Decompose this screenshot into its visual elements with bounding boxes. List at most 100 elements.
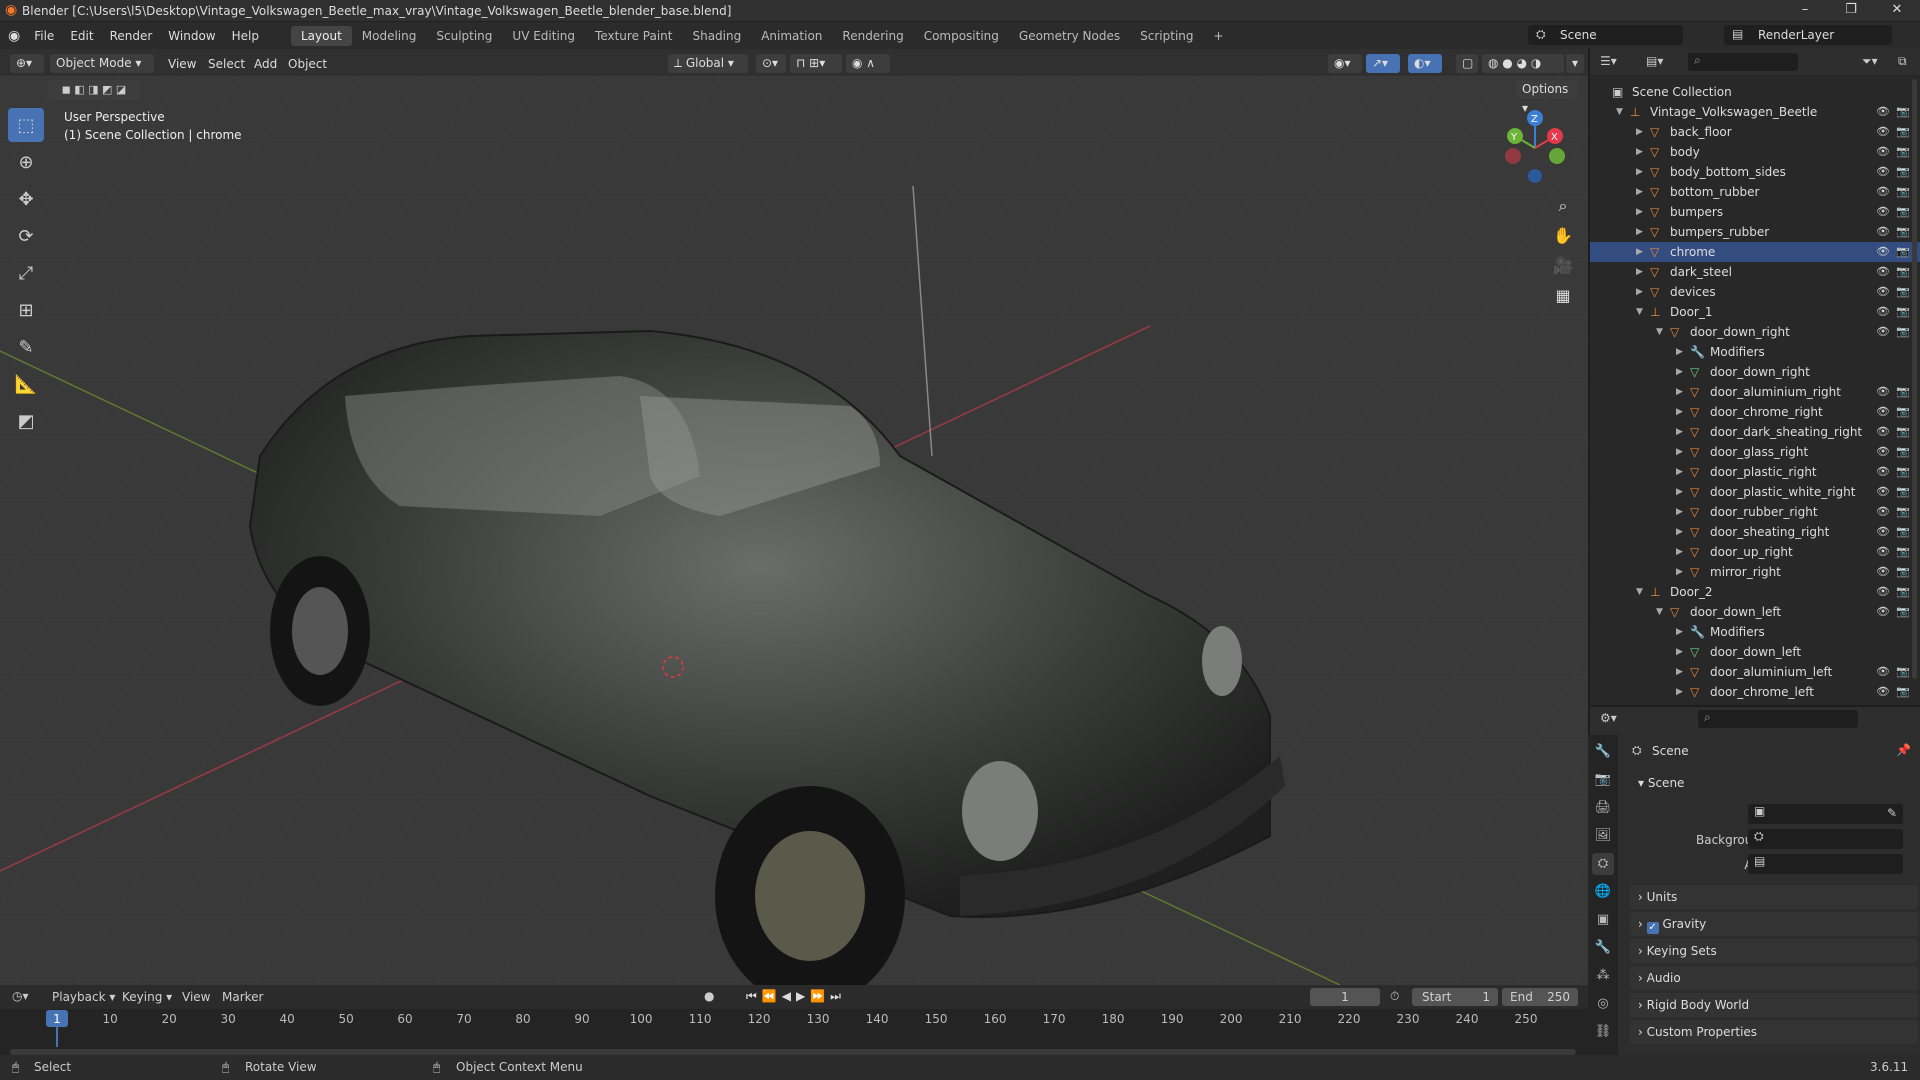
expand-arrow-icon[interactable]: ▶ bbox=[1636, 142, 1643, 162]
visibility-eye-icon[interactable]: 👁 bbox=[1876, 302, 1890, 322]
menu-view[interactable]: View bbox=[168, 57, 196, 71]
shading-mode-buttons[interactable]: ◍ ● ◕ ◑ bbox=[1482, 54, 1564, 73]
zoom-icon[interactable]: ⌕ bbox=[1550, 191, 1576, 221]
visibility-eye-icon[interactable]: 👁 bbox=[1876, 222, 1890, 242]
outliner-item[interactable]: ▶ ▽ chrome 👁 📷 bbox=[1590, 242, 1920, 262]
render-visibility-icon[interactable]: 📷 bbox=[1896, 322, 1910, 342]
tab-shading[interactable]: Shading bbox=[682, 26, 751, 46]
outliner-item[interactable]: ▶ ▽ door_plastic_white_right 👁 📷 bbox=[1590, 482, 1920, 502]
expand-arrow-icon[interactable]: ▶ bbox=[1676, 482, 1683, 502]
outliner-item[interactable]: ▶ ▽ door_glass_right 👁 📷 bbox=[1590, 442, 1920, 462]
measure-tool-icon[interactable]: 📐 bbox=[8, 367, 44, 401]
visibility-eye-icon[interactable]: 👁 bbox=[1876, 242, 1890, 262]
constraints-tab-icon[interactable]: ⛓ bbox=[1592, 1021, 1614, 1043]
close-button[interactable]: ✕ bbox=[1874, 0, 1920, 22]
blender-menu-icon[interactable]: ◉ bbox=[8, 28, 20, 44]
visibility-eye-icon[interactable]: 👁 bbox=[1876, 422, 1890, 442]
scene-selector[interactable]: ⛭ Scene bbox=[1528, 25, 1683, 45]
outliner-item[interactable]: ▶ 🔧 Modifiers bbox=[1590, 342, 1920, 362]
keying-sets-panel[interactable]: › Keying Sets bbox=[1630, 939, 1918, 963]
scene-tab-icon[interactable]: ⛭ bbox=[1592, 853, 1614, 875]
outliner-item[interactable]: ▶ ▽ door_chrome_right 👁 📷 bbox=[1590, 402, 1920, 422]
visibility-eye-icon[interactable]: 👁 bbox=[1876, 682, 1890, 701]
visibility-eye-icon[interactable]: 👁 bbox=[1876, 502, 1890, 522]
shading-options-button[interactable]: ▾ bbox=[1566, 54, 1584, 73]
outliner-item[interactable]: ▶ ▽ body 👁 📷 bbox=[1590, 142, 1920, 162]
tab-modeling[interactable]: Modeling bbox=[352, 26, 427, 46]
render-visibility-icon[interactable]: 📷 bbox=[1896, 142, 1910, 162]
marker-menu[interactable]: Marker bbox=[222, 990, 263, 1004]
navigation-gizmo[interactable]: Z X Y bbox=[1495, 108, 1575, 188]
expand-arrow-icon[interactable]: ▶ bbox=[1676, 542, 1683, 562]
world-tab-icon[interactable]: 🌐 bbox=[1592, 881, 1614, 903]
visibility-eye-icon[interactable]: 👁 bbox=[1876, 122, 1890, 142]
annotate-tool-icon[interactable]: ✎ bbox=[8, 330, 44, 364]
eyedropper-icon[interactable]: ✎ bbox=[1887, 806, 1897, 820]
tab-sculpting[interactable]: Sculpting bbox=[426, 26, 502, 46]
outliner-item[interactable]: ▶ ▽ bumpers_rubber 👁 📷 bbox=[1590, 222, 1920, 242]
outliner-item[interactable]: ▶ ▽ door_sheating_right 👁 📷 bbox=[1590, 522, 1920, 542]
outliner-item[interactable]: ▶ ▽ door_up_right 👁 📷 bbox=[1590, 542, 1920, 562]
render-visibility-icon[interactable]: 📷 bbox=[1896, 462, 1910, 482]
expand-arrow-icon[interactable]: ▶ bbox=[1676, 642, 1683, 662]
render-visibility-icon[interactable]: 📷 bbox=[1896, 382, 1910, 402]
gizmo-toggle[interactable]: ↗▾ bbox=[1366, 54, 1400, 73]
record-icon[interactable]: ● bbox=[704, 989, 714, 1003]
timeline-editor-icon[interactable]: ◷▾ bbox=[12, 989, 29, 1003]
outliner-item[interactable]: ▶ ▽ bottom_rubber 👁 📷 bbox=[1590, 182, 1920, 202]
expand-arrow-icon[interactable]: ▶ bbox=[1636, 282, 1643, 302]
outliner-item[interactable]: ▶ ▽ bumpers 👁 📷 bbox=[1590, 202, 1920, 222]
active-clip-field[interactable]: ▤ bbox=[1748, 854, 1903, 874]
expand-arrow-icon[interactable]: ▶ bbox=[1676, 502, 1683, 522]
output-tab-icon[interactable]: 🖨 bbox=[1592, 797, 1614, 819]
scene-panel-header[interactable]: ▾ Scene bbox=[1630, 771, 1918, 795]
filter-icon[interactable]: ⏷▾ bbox=[1862, 54, 1878, 69]
expand-arrow-icon[interactable]: ▶ bbox=[1636, 182, 1643, 202]
outliner-item[interactable]: ▶ 🔧 Modifiers bbox=[1590, 622, 1920, 642]
render-visibility-icon[interactable]: 📷 bbox=[1896, 162, 1910, 182]
display-mode-icon[interactable]: ▤▾ bbox=[1646, 54, 1663, 68]
particles-tab-icon[interactable]: ⁂ bbox=[1592, 965, 1614, 987]
menu-edit[interactable]: Edit bbox=[62, 29, 101, 43]
visibility-eye-icon[interactable]: 👁 bbox=[1876, 202, 1890, 222]
timeline-view-menu[interactable]: View bbox=[182, 990, 210, 1004]
outliner-item[interactable]: ▼ ▽ door_down_right 👁 📷 bbox=[1590, 322, 1920, 342]
mode-selector[interactable]: Object Mode ▾ bbox=[50, 54, 154, 73]
visibility-eye-icon[interactable]: 👁 bbox=[1876, 562, 1890, 582]
start-frame-field[interactable]: Start 1 bbox=[1412, 988, 1498, 1006]
render-visibility-icon[interactable]: 📷 bbox=[1896, 522, 1910, 542]
visibility-eye-icon[interactable]: 👁 bbox=[1876, 262, 1890, 282]
outliner-root[interactable]: ▣ Scene Collection bbox=[1590, 82, 1920, 102]
keying-menu[interactable]: Keying ▾ bbox=[122, 990, 172, 1004]
render-visibility-icon[interactable]: 📷 bbox=[1896, 682, 1910, 701]
3d-viewport[interactable]: User Perspective (1) Scene Collection | … bbox=[0, 76, 1588, 985]
render-visibility-icon[interactable]: 📷 bbox=[1896, 602, 1910, 622]
render-visibility-icon[interactable]: 📷 bbox=[1896, 242, 1910, 262]
background-scene-field[interactable]: ⛭ bbox=[1748, 829, 1903, 849]
expand-arrow-icon[interactable]: ▶ bbox=[1676, 442, 1683, 462]
outliner-scrollbar[interactable] bbox=[1912, 79, 1917, 679]
playback-menu[interactable]: Playback ▾ bbox=[52, 990, 115, 1004]
render-visibility-icon[interactable]: 📷 bbox=[1896, 102, 1910, 122]
view-layer-selector[interactable]: ▤ RenderLayer bbox=[1724, 25, 1892, 45]
menu-help[interactable]: Help bbox=[224, 29, 267, 43]
visibility-eye-icon[interactable]: 👁 bbox=[1876, 462, 1890, 482]
tab-animation[interactable]: Animation bbox=[751, 26, 832, 46]
tab-layout[interactable]: Layout bbox=[290, 25, 352, 46]
new-collection-icon[interactable]: ⧉ bbox=[1898, 54, 1907, 69]
expand-arrow-icon[interactable]: ▶ bbox=[1676, 682, 1683, 701]
expand-arrow-icon[interactable]: ▶ bbox=[1676, 342, 1683, 362]
outliner-item[interactable]: ▼ ⊥ Door_1 👁 📷 bbox=[1590, 302, 1920, 322]
add-cube-tool-icon[interactable]: ◩ bbox=[8, 404, 44, 438]
outliner-item[interactable]: ▶ ▽ door_aluminium_left 👁 📷 bbox=[1590, 662, 1920, 682]
expand-arrow-icon[interactable]: ▶ bbox=[1676, 362, 1683, 382]
tool-tab-icon[interactable]: 🔧 bbox=[1592, 741, 1614, 763]
xray-toggle[interactable]: ▢ bbox=[1456, 54, 1478, 73]
expand-arrow-icon[interactable]: ▶ bbox=[1636, 242, 1643, 262]
visibility-eye-icon[interactable]: 👁 bbox=[1876, 602, 1890, 622]
object-tab-icon[interactable]: ▣ bbox=[1592, 909, 1614, 931]
menu-add[interactable]: Add bbox=[254, 57, 277, 71]
visibility-eye-icon[interactable]: 👁 bbox=[1876, 162, 1890, 182]
camera-view-icon[interactable]: 🎥 bbox=[1550, 251, 1576, 281]
collapse-arrow-icon[interactable]: ▼ bbox=[1636, 582, 1643, 602]
